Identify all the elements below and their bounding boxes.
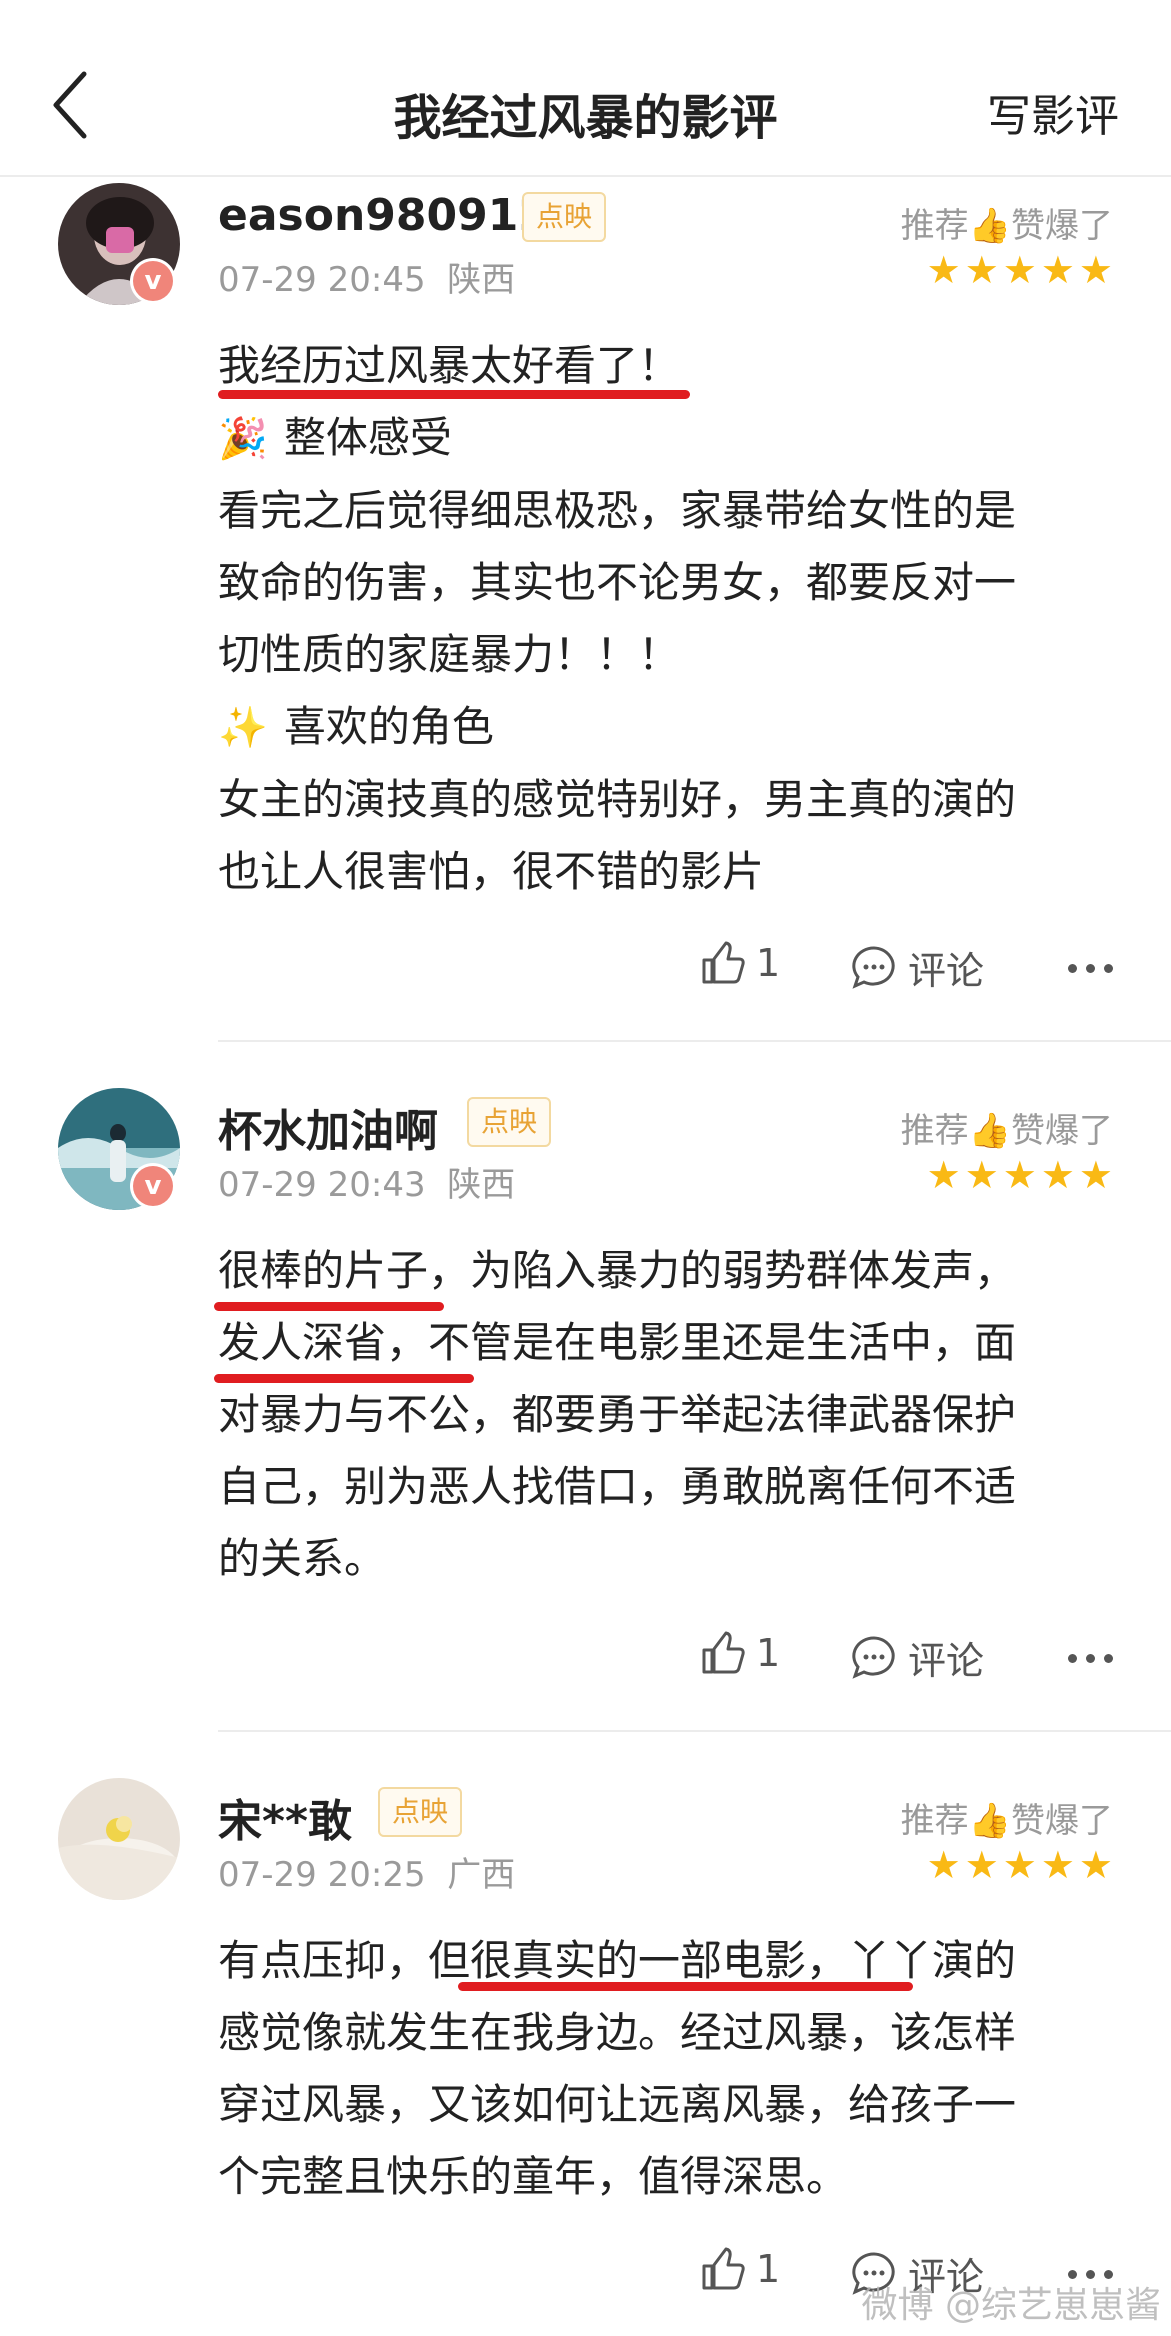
review-location: 陕西	[447, 260, 516, 300]
recommend-label: 推荐👍赞爆了	[900, 1801, 1113, 1841]
like-button[interactable]: 1	[700, 2246, 780, 2292]
star-icon: ★	[1040, 1153, 1075, 1197]
like-count: 1	[756, 1631, 781, 1675]
more-dots-icon[interactable]	[1068, 1654, 1113, 1663]
like-button[interactable]: 1	[700, 940, 780, 986]
star-icon: ★	[1002, 1153, 1037, 1197]
username[interactable]: eason980912	[218, 190, 549, 241]
star-icon: ★	[964, 1153, 999, 1197]
star-icon: ★	[926, 1843, 961, 1887]
star-icon: ★	[1078, 1153, 1113, 1197]
comment-button[interactable]: 评论	[850, 940, 984, 995]
star-rating: ★ ★ ★ ★ ★	[927, 1845, 1113, 1885]
star-icon: ★	[1078, 248, 1113, 292]
write-review-button[interactable]: 写影评	[987, 80, 1119, 144]
review-meta: 07-29 20:43 陕西	[218, 1157, 515, 1206]
review-line: 切性质的家庭暴力！！！	[218, 630, 681, 679]
star-rating: ★ ★ ★ ★ ★	[927, 250, 1113, 290]
verified-v-badge: v	[130, 258, 176, 304]
comment-label: 评论	[908, 949, 985, 993]
review-meta: 07-29 20:25 广西	[218, 1847, 515, 1896]
thumbs-up-icon	[702, 941, 745, 984]
screening-tag: 点映	[378, 1787, 463, 1837]
review-line: 致命的伤害，其实也不论男女，都要反对一	[218, 558, 1017, 607]
highlight-underline	[214, 1374, 474, 1383]
star-icon: ★	[926, 1153, 961, 1197]
review-line: 女主的演技真的感觉特别好，男主真的演的	[218, 775, 1017, 824]
star-rating: ★ ★ ★ ★ ★	[927, 1155, 1113, 1195]
review-text[interactable]: 很棒的片子，为陷入暴力的弱势群体发声， 发人深省，不管是在电影里还是生活中，面 …	[218, 1235, 1118, 1595]
star-icon: ★	[1078, 1843, 1113, 1887]
thumbs-up-icon: 👍	[968, 1111, 1011, 1151]
star-icon: ★	[1002, 1843, 1037, 1887]
verified-v-badge: v	[130, 1163, 176, 1209]
username[interactable]: 杯水加油啊	[218, 1095, 438, 1159]
review-line: 很棒的片子，为陷入暴力的弱势群体发声，	[218, 1246, 1017, 1295]
review-time: 07-29 20:43	[218, 1165, 426, 1205]
review-line: ✨ 喜欢的角色	[218, 702, 494, 751]
review-line: 自己，别为恶人找借口，勇敢脱离任何不适	[218, 1462, 1017, 1511]
screening-tag: 点映	[467, 1097, 552, 1147]
recommend-label: 推荐👍赞爆了	[900, 206, 1113, 246]
comment-label: 评论	[908, 1639, 985, 1683]
review-line: 看完之后觉得细思极恐，家暴带给女性的是	[218, 486, 1017, 535]
username[interactable]: 宋**敢	[218, 1785, 352, 1849]
review-text[interactable]: 我经历过风暴太好看了！ 🎉 整体感受 看完之后觉得细思极恐，家暴带给女性的是 致命…	[218, 330, 1118, 908]
review-actions: 1 评论	[0, 940, 1171, 1000]
star-icon: ★	[964, 248, 999, 292]
comment-bubble-icon	[852, 1635, 895, 1679]
watermark: 微博 @综艺崽崽酱	[861, 2285, 1161, 2326]
star-icon: ★	[964, 1843, 999, 1887]
review-line: 感觉像就发生在我身边。经过风暴，该怎样	[218, 2008, 1017, 2057]
review-time: 07-29 20:45	[218, 260, 426, 300]
recommend-label: 推荐👍赞爆了	[900, 1111, 1113, 1151]
avatar[interactable]	[58, 1778, 180, 1900]
sparkles-icon: ✨	[218, 705, 268, 751]
review-line: 🎉 整体感受	[218, 413, 452, 462]
star-icon: ★	[1002, 248, 1037, 292]
like-button[interactable]: 1	[700, 1630, 780, 1676]
review-meta: 07-29 20:45 陕西	[218, 252, 515, 301]
like-count: 1	[756, 2247, 781, 2291]
review-time: 07-29 20:25	[218, 1855, 426, 1895]
review-location: 陕西	[447, 1165, 516, 1205]
highlight-underline	[458, 1982, 913, 1991]
star-icon: ★	[926, 248, 961, 292]
highlight-underline	[214, 1302, 444, 1311]
party-popper-icon: 🎉	[218, 416, 268, 462]
star-icon: ★	[1040, 248, 1075, 292]
review-line: 穿过风暴，又该如何让远离风暴，给孩子一	[218, 2080, 1017, 2129]
divider	[218, 1730, 1171, 1732]
highlight-underline	[218, 390, 690, 399]
review-line: 对暴力与不公，都要勇于举起法律武器保护	[218, 1390, 1017, 1439]
review-line: 个完整且快乐的童年，值得深思。	[218, 2152, 849, 2201]
thumbs-up-icon: 👍	[968, 1801, 1011, 1841]
review-actions: 1 评论	[0, 1630, 1171, 1690]
review-text[interactable]: 有点压抑，但很真实的一部电影，丫丫演的 感觉像就发生在我身边。经过风暴，该怎样 …	[218, 1925, 1118, 2213]
review-location: 广西	[447, 1855, 516, 1895]
review-line: 也让人很害怕，很不错的影片	[218, 847, 765, 896]
like-count: 1	[756, 941, 781, 985]
comment-button[interactable]: 评论	[850, 1630, 984, 1685]
top-nav-bar: 我经过风暴的影评 写影评	[0, 0, 1171, 177]
divider	[218, 1040, 1171, 1042]
review-list-page: 我经过风暴的影评 写影评 v eason980912 点映 07-29 20:4…	[0, 0, 1171, 2336]
comment-bubble-icon	[852, 945, 895, 989]
review-line: 发人深省，不管是在电影里还是生活中，面	[218, 1318, 1017, 1367]
star-icon: ★	[1040, 1843, 1075, 1887]
thumbs-up-icon: 👍	[968, 206, 1011, 246]
review-line: 的关系。	[218, 1534, 387, 1583]
thumbs-up-icon	[702, 1631, 745, 1674]
thumbs-up-icon	[702, 2247, 745, 2290]
screening-tag: 点映	[522, 192, 607, 242]
more-dots-icon[interactable]	[1068, 964, 1113, 973]
